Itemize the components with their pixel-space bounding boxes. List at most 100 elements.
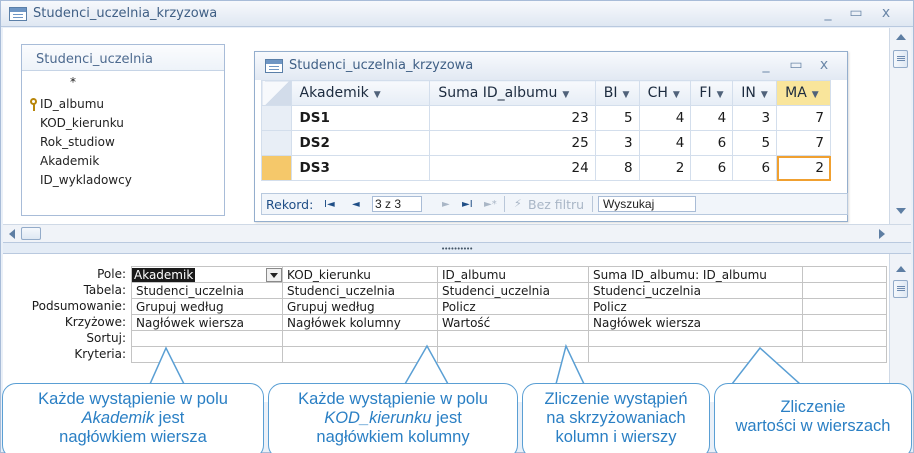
select-all-cell[interactable] xyxy=(261,80,292,106)
scroll-up-icon[interactable] xyxy=(896,266,906,272)
search-input[interactable] xyxy=(598,196,696,212)
last-record-icon[interactable]: ►I xyxy=(462,199,473,210)
crosstab-cell-1[interactable]: Nagłówek wiersza xyxy=(131,314,283,331)
criteria-cell-1[interactable] xyxy=(131,346,283,363)
datasheet-close-icon[interactable]: x xyxy=(813,57,835,73)
column-header-fi[interactable]: FI ▼ xyxy=(690,80,734,106)
horizontal-scrollbar[interactable] xyxy=(3,224,911,242)
sort-cell-2[interactable] xyxy=(282,330,438,347)
cell-bi[interactable]: 8 xyxy=(594,155,640,181)
field-cell-4[interactable]: Suma ID_albumu: ID_albumu xyxy=(588,266,803,283)
total-cell-4[interactable]: Policz xyxy=(588,298,803,315)
chevron-down-icon[interactable]: ▼ xyxy=(622,90,629,100)
scroll-down-icon[interactable] xyxy=(896,208,906,214)
table-row[interactable]: DS1 23 5 4 4 3 7 xyxy=(261,105,831,131)
cell-ch[interactable]: 4 xyxy=(638,105,692,131)
sort-cell-5[interactable] xyxy=(802,330,887,347)
crosstab-cell-5[interactable] xyxy=(802,314,887,331)
cell-suma[interactable]: 25 xyxy=(429,130,596,156)
cell-akademik[interactable]: DS1 xyxy=(290,105,431,131)
scroll-right-icon[interactable] xyxy=(879,229,885,239)
total-cell-3[interactable]: Policz xyxy=(437,298,589,315)
datasheet-minimize-icon[interactable]: _ xyxy=(755,57,777,73)
cell-bi[interactable]: 3 xyxy=(594,130,640,156)
field-rok-studiow[interactable]: Rok_studiow xyxy=(40,135,115,149)
table-cell-2[interactable]: Studenci_uczelnia xyxy=(282,282,438,299)
scrollbar-thumb[interactable] xyxy=(893,280,908,298)
field-all[interactable]: * xyxy=(70,75,76,89)
row-selector-active[interactable] xyxy=(261,155,292,181)
datasheet-maximize-icon[interactable]: ▭ xyxy=(785,57,807,73)
cell-akademik[interactable]: DS3 xyxy=(290,155,431,181)
cell-fi[interactable]: 6 xyxy=(690,155,734,181)
criteria-cell-3[interactable] xyxy=(437,346,589,363)
field-cell-5[interactable] xyxy=(802,266,887,283)
cell-ma-focused[interactable]: 2 xyxy=(776,155,831,181)
cell-ch[interactable]: 2 xyxy=(638,155,692,181)
field-cell-2[interactable]: KOD_kierunku xyxy=(282,266,438,283)
chevron-down-icon[interactable]: ▼ xyxy=(717,90,724,100)
prev-record-icon[interactable]: ◄ xyxy=(352,199,360,210)
table-row[interactable]: DS2 25 3 4 6 5 7 xyxy=(261,130,831,156)
maximize-icon[interactable]: ▭ xyxy=(845,5,867,21)
total-cell-2[interactable]: Grupuj według xyxy=(282,298,438,315)
row-selector[interactable] xyxy=(261,130,292,156)
crosstab-cell-2[interactable]: Nagłówek kolumny xyxy=(282,314,438,331)
criteria-cell-5[interactable] xyxy=(802,346,887,363)
table-row[interactable]: DS3 24 8 2 6 6 2 xyxy=(261,155,831,181)
total-cell-1[interactable]: Grupuj według xyxy=(131,298,283,315)
cell-suma[interactable]: 24 xyxy=(429,155,596,181)
chevron-down-icon[interactable]: ▼ xyxy=(761,90,768,100)
row-selector[interactable] xyxy=(261,105,292,131)
crosstab-cell-4[interactable]: Nagłówek wiersza xyxy=(588,314,803,331)
sort-cell-3[interactable] xyxy=(437,330,589,347)
cell-fi[interactable]: 4 xyxy=(690,105,734,131)
datasheet-title-bar[interactable]: Studenci_uczelnia_krzyzowa _ ▭ x xyxy=(255,52,847,80)
field-id-wykladowcy[interactable]: ID_wykladowcy xyxy=(40,173,132,187)
sort-cell-1[interactable] xyxy=(131,330,283,347)
table-cell-1[interactable]: Studenci_uczelnia xyxy=(131,282,283,299)
next-record-icon[interactable]: ► xyxy=(442,199,450,210)
crosstab-cell-3[interactable]: Wartość xyxy=(437,314,589,331)
splitter-grip-icon[interactable]: •••••••••• xyxy=(441,245,473,253)
scroll-left-icon[interactable] xyxy=(9,229,15,239)
field-cell-1[interactable]: Akademik xyxy=(131,266,283,283)
column-header-in[interactable]: IN ▼ xyxy=(732,80,778,106)
total-cell-5[interactable] xyxy=(802,298,887,315)
column-header-suma[interactable]: Suma ID_albumu ▼ xyxy=(429,80,596,106)
column-header-ma[interactable]: MA ▼ xyxy=(776,80,831,106)
first-record-icon[interactable]: I◄ xyxy=(324,199,335,210)
window-title-bar[interactable]: Studenci_uczelnia_krzyzowa _ ▭ x xyxy=(1,1,913,27)
field-kod-kierunku[interactable]: KOD_kierunku xyxy=(40,116,124,130)
upper-vertical-scrollbar[interactable] xyxy=(889,28,911,224)
scrollbar-thumb[interactable] xyxy=(893,50,908,68)
table-field-list[interactable]: Studenci_uczelnia * ID_albumu KOD_kierun… xyxy=(21,44,225,216)
cell-ma[interactable]: 7 xyxy=(776,130,831,156)
chevron-down-icon[interactable]: ▼ xyxy=(562,90,569,100)
field-cell-3[interactable]: ID_albumu xyxy=(437,266,589,283)
field-akademik[interactable]: Akademik xyxy=(40,154,99,168)
chevron-down-icon[interactable]: ▼ xyxy=(374,90,381,100)
table-cell-4[interactable]: Studenci_uczelnia xyxy=(588,282,803,299)
cell-fi[interactable]: 6 xyxy=(690,130,734,156)
field-value[interactable]: Akademik xyxy=(132,267,196,282)
cell-ch[interactable]: 4 xyxy=(638,130,692,156)
column-header-ch[interactable]: CH ▼ xyxy=(638,80,692,106)
column-header-akademik[interactable]: Akademik ▼ xyxy=(290,80,431,106)
cell-bi[interactable]: 5 xyxy=(594,105,640,131)
cell-in[interactable]: 6 xyxy=(732,155,778,181)
field-id-albumu[interactable]: ID_albumu xyxy=(40,97,104,111)
lower-vertical-scrollbar[interactable] xyxy=(889,254,911,402)
scroll-up-icon[interactable] xyxy=(896,34,906,40)
criteria-cell-2[interactable] xyxy=(282,346,438,363)
table-cell-5[interactable] xyxy=(802,282,887,299)
table-cell-3[interactable]: Studenci_uczelnia xyxy=(437,282,589,299)
horizontal-scrollbar-thumb[interactable] xyxy=(21,227,41,240)
filter-toggle[interactable]: Bez filtru xyxy=(528,197,584,212)
dropdown-arrow-icon[interactable] xyxy=(266,267,282,282)
cell-akademik[interactable]: DS2 xyxy=(290,130,431,156)
chevron-down-icon[interactable]: ▼ xyxy=(812,90,819,100)
close-icon[interactable]: x xyxy=(875,5,897,21)
column-header-bi[interactable]: BI ▼ xyxy=(594,80,640,106)
cell-suma[interactable]: 23 xyxy=(429,105,596,131)
